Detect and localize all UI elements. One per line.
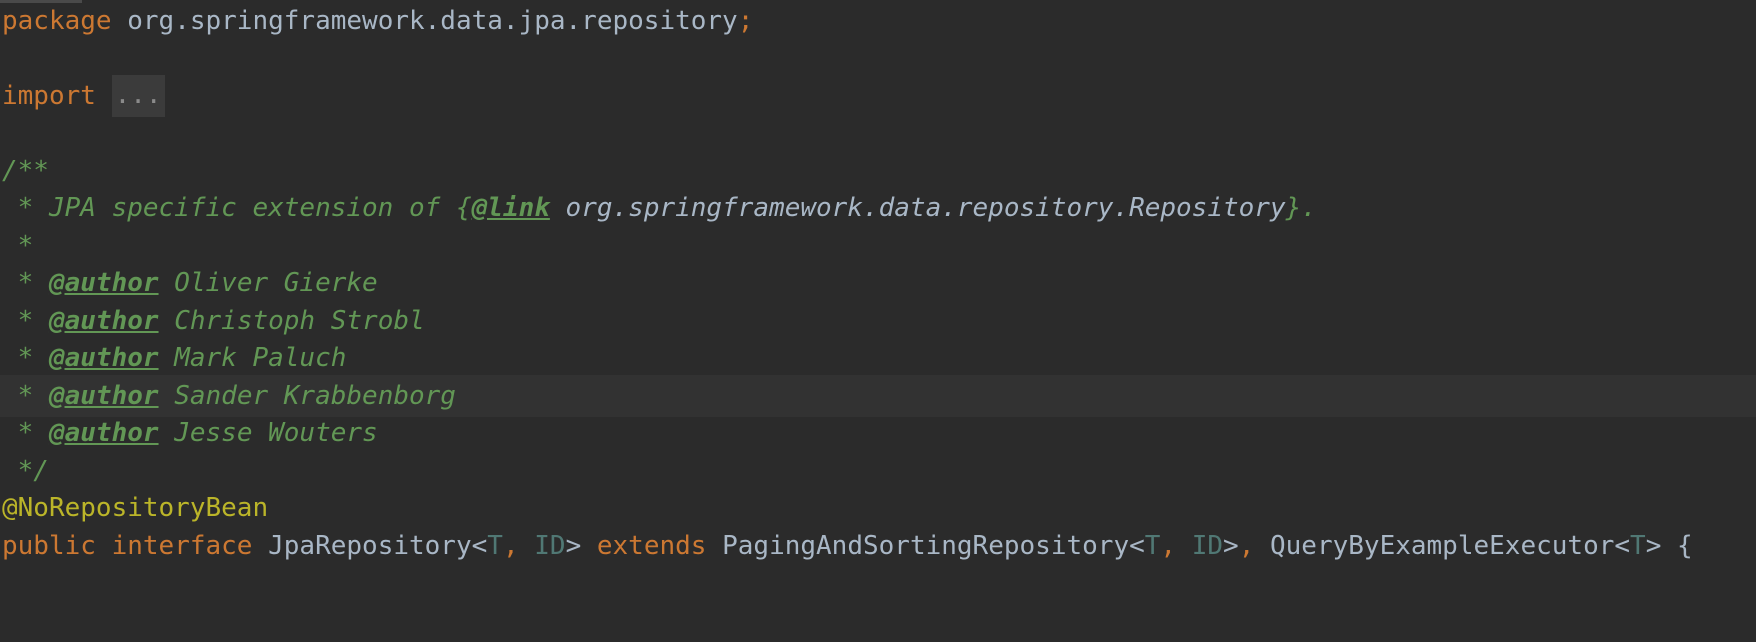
javadoc-author-prefix: *: [2, 381, 49, 411]
javadoc-blank: *: [2, 231, 34, 261]
author-name: Oliver Gierke: [174, 268, 378, 298]
javadoc-link-ref[interactable]: org.springframework.data.repository.Repo…: [566, 193, 1286, 223]
author-tag[interactable]: @author: [49, 343, 159, 373]
javadoc-desc-prefix: * JPA specific extension of {: [2, 193, 472, 223]
annotation-no-repository-bean[interactable]: @NoRepositoryBean: [2, 493, 268, 523]
code-line-declaration[interactable]: public interface JpaRepository<T, ID> ex…: [0, 525, 1756, 567]
javadoc-close: */: [2, 456, 49, 486]
super-query-by-example[interactable]: QueryByExampleExecutor<: [1270, 531, 1630, 561]
author-name: Sander Krabbenborg: [174, 381, 456, 411]
javadoc-author-prefix: *: [2, 306, 49, 336]
interface-name[interactable]: JpaRepository<: [268, 531, 487, 561]
keyword-package: package: [2, 6, 112, 36]
author-name: Jesse Wouters: [174, 418, 378, 448]
code-line-javadoc-desc[interactable]: * JPA specific extension of {@link org.s…: [0, 187, 1756, 229]
code-line-package[interactable]: package org.springframework.data.jpa.rep…: [0, 0, 1756, 42]
code-line-import[interactable]: import ...: [0, 75, 1756, 117]
type-param-t: T: [487, 531, 503, 561]
type-param-id: ID: [534, 531, 566, 561]
type-param-t: T: [1144, 531, 1161, 561]
javadoc-open: /**: [2, 156, 49, 186]
author-tag[interactable]: @author: [49, 306, 159, 336]
code-line-annotation[interactable]: @NoRepositoryBean: [0, 487, 1756, 529]
comma: ,: [1160, 531, 1192, 561]
code-line-author[interactable]: * @author Mark Paluch: [0, 337, 1756, 379]
code-line-author-current[interactable]: * @author Sander Krabbenborg: [0, 375, 1756, 417]
angle-close-brace: > {: [1645, 531, 1693, 561]
author-tag[interactable]: @author: [49, 268, 159, 298]
javadoc-link-tag[interactable]: @link: [472, 193, 550, 223]
code-editor[interactable]: package org.springframework.data.jpa.rep…: [0, 0, 1756, 642]
keyword-extends: extends: [596, 531, 707, 561]
author-name: Christoph Strobl: [174, 306, 425, 336]
type-param-t: T: [1630, 531, 1646, 561]
code-line-javadoc-close[interactable]: */: [0, 450, 1756, 492]
angle-close: >: [565, 531, 597, 561]
author-tag[interactable]: @author: [49, 418, 159, 448]
package-name: org.springframework.data.jpa.repository: [127, 6, 738, 36]
javadoc-author-prefix: *: [2, 268, 49, 298]
type-param-id: ID: [1191, 531, 1224, 561]
import-fold-toggle[interactable]: ...: [111, 75, 165, 117]
comma: ,: [1238, 531, 1270, 561]
javadoc-author-prefix: *: [2, 343, 49, 373]
comma: ,: [502, 531, 535, 561]
keyword-public: public: [2, 531, 96, 561]
author-tag[interactable]: @author: [49, 381, 159, 411]
keyword-import: import: [2, 81, 96, 111]
author-name: Mark Paluch: [174, 343, 347, 373]
javadoc-author-prefix: *: [2, 418, 49, 448]
super-paging-and-sorting[interactable]: PagingAndSortingRepository<: [706, 531, 1145, 561]
javadoc-desc-suffix: }.: [1285, 193, 1317, 223]
semicolon: ;: [737, 6, 754, 36]
code-line-author[interactable]: * @author Jesse Wouters: [0, 412, 1756, 454]
code-line-javadoc-blank[interactable]: *: [0, 225, 1756, 267]
angle-close: >: [1223, 531, 1239, 561]
code-line-author[interactable]: * @author Christoph Strobl: [0, 300, 1756, 342]
keyword-interface: interface: [111, 531, 253, 561]
code-line-author[interactable]: * @author Oliver Gierke: [0, 262, 1756, 304]
code-line-javadoc-open[interactable]: /**: [0, 150, 1756, 192]
